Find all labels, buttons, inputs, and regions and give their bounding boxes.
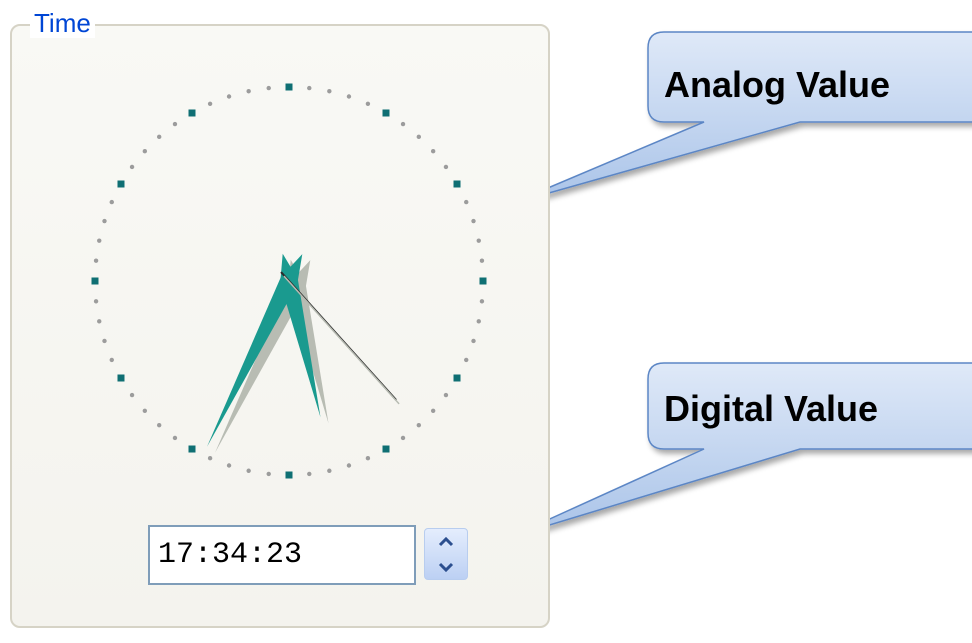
minute-tick [307, 85, 312, 91]
minute-tick [430, 148, 436, 154]
minute-tick [226, 94, 232, 99]
minute-tick [266, 471, 271, 477]
hour-tick [117, 180, 125, 188]
hour-tick [285, 83, 293, 91]
minute-tick [156, 134, 162, 140]
minute-tick [207, 101, 213, 106]
minute-tick [327, 468, 332, 473]
minute-tick [109, 357, 114, 363]
minute-tick [142, 408, 148, 414]
hour-tick [453, 374, 461, 382]
minute-tick [479, 299, 485, 304]
hour-tick [188, 109, 196, 117]
minute-tick [416, 422, 422, 428]
minute-tick [207, 456, 213, 461]
spin-down-button[interactable] [425, 554, 467, 579]
minute-tick [464, 357, 469, 363]
minute-tick [266, 85, 271, 91]
minute-tick [142, 148, 148, 154]
hour-tick [479, 277, 487, 285]
hour-tick [188, 445, 196, 453]
minute-tick [172, 121, 178, 127]
minute-tick [365, 456, 371, 461]
digital-value-callout: Digital Value [664, 388, 879, 429]
minute-tick [443, 164, 449, 170]
minute-tick [430, 408, 436, 414]
hour-tick [382, 109, 390, 117]
minute-tick [226, 463, 232, 468]
minute-tick [327, 89, 332, 94]
minute-tick [476, 238, 481, 243]
minute-tick [307, 471, 312, 477]
minute-tick [464, 199, 469, 205]
hour-tick [285, 471, 293, 479]
minute-tick [97, 319, 102, 324]
time-input[interactable] [148, 525, 416, 585]
minute-tick [246, 89, 251, 94]
hour-tick [382, 445, 390, 453]
minute-tick [102, 218, 107, 224]
minute-tick [129, 164, 135, 170]
stage: Time Analog Value Digital Value [0, 0, 972, 643]
minute-tick [246, 468, 251, 473]
minute-tick [479, 258, 485, 263]
minute-tick [476, 319, 481, 324]
minute-tick [97, 238, 102, 243]
minute-tick [365, 101, 371, 106]
time-spin-button[interactable] [424, 528, 468, 580]
analog-value-callout: Analog Value [664, 64, 891, 105]
minute-tick [443, 392, 449, 398]
minute-tick [400, 121, 406, 127]
minute-tick [471, 218, 476, 224]
minute-tick [102, 338, 107, 344]
minute-tick [471, 338, 476, 344]
minute-tick [172, 435, 178, 441]
minute-tick [93, 258, 99, 263]
chevron-up-icon [438, 536, 454, 546]
minute-tick [93, 299, 99, 304]
minute-hand [207, 254, 303, 447]
minute-tick [109, 199, 114, 205]
hour-tick [117, 374, 125, 382]
minute-tick [346, 463, 352, 468]
minute-tick [400, 435, 406, 441]
spin-up-button[interactable] [425, 529, 467, 554]
minute-tick [346, 94, 352, 99]
chevron-down-icon [438, 562, 454, 572]
minute-tick [156, 422, 162, 428]
minute-tick [129, 392, 135, 398]
hour-tick [91, 277, 99, 285]
hour-tick [453, 180, 461, 188]
minute-tick [416, 134, 422, 140]
